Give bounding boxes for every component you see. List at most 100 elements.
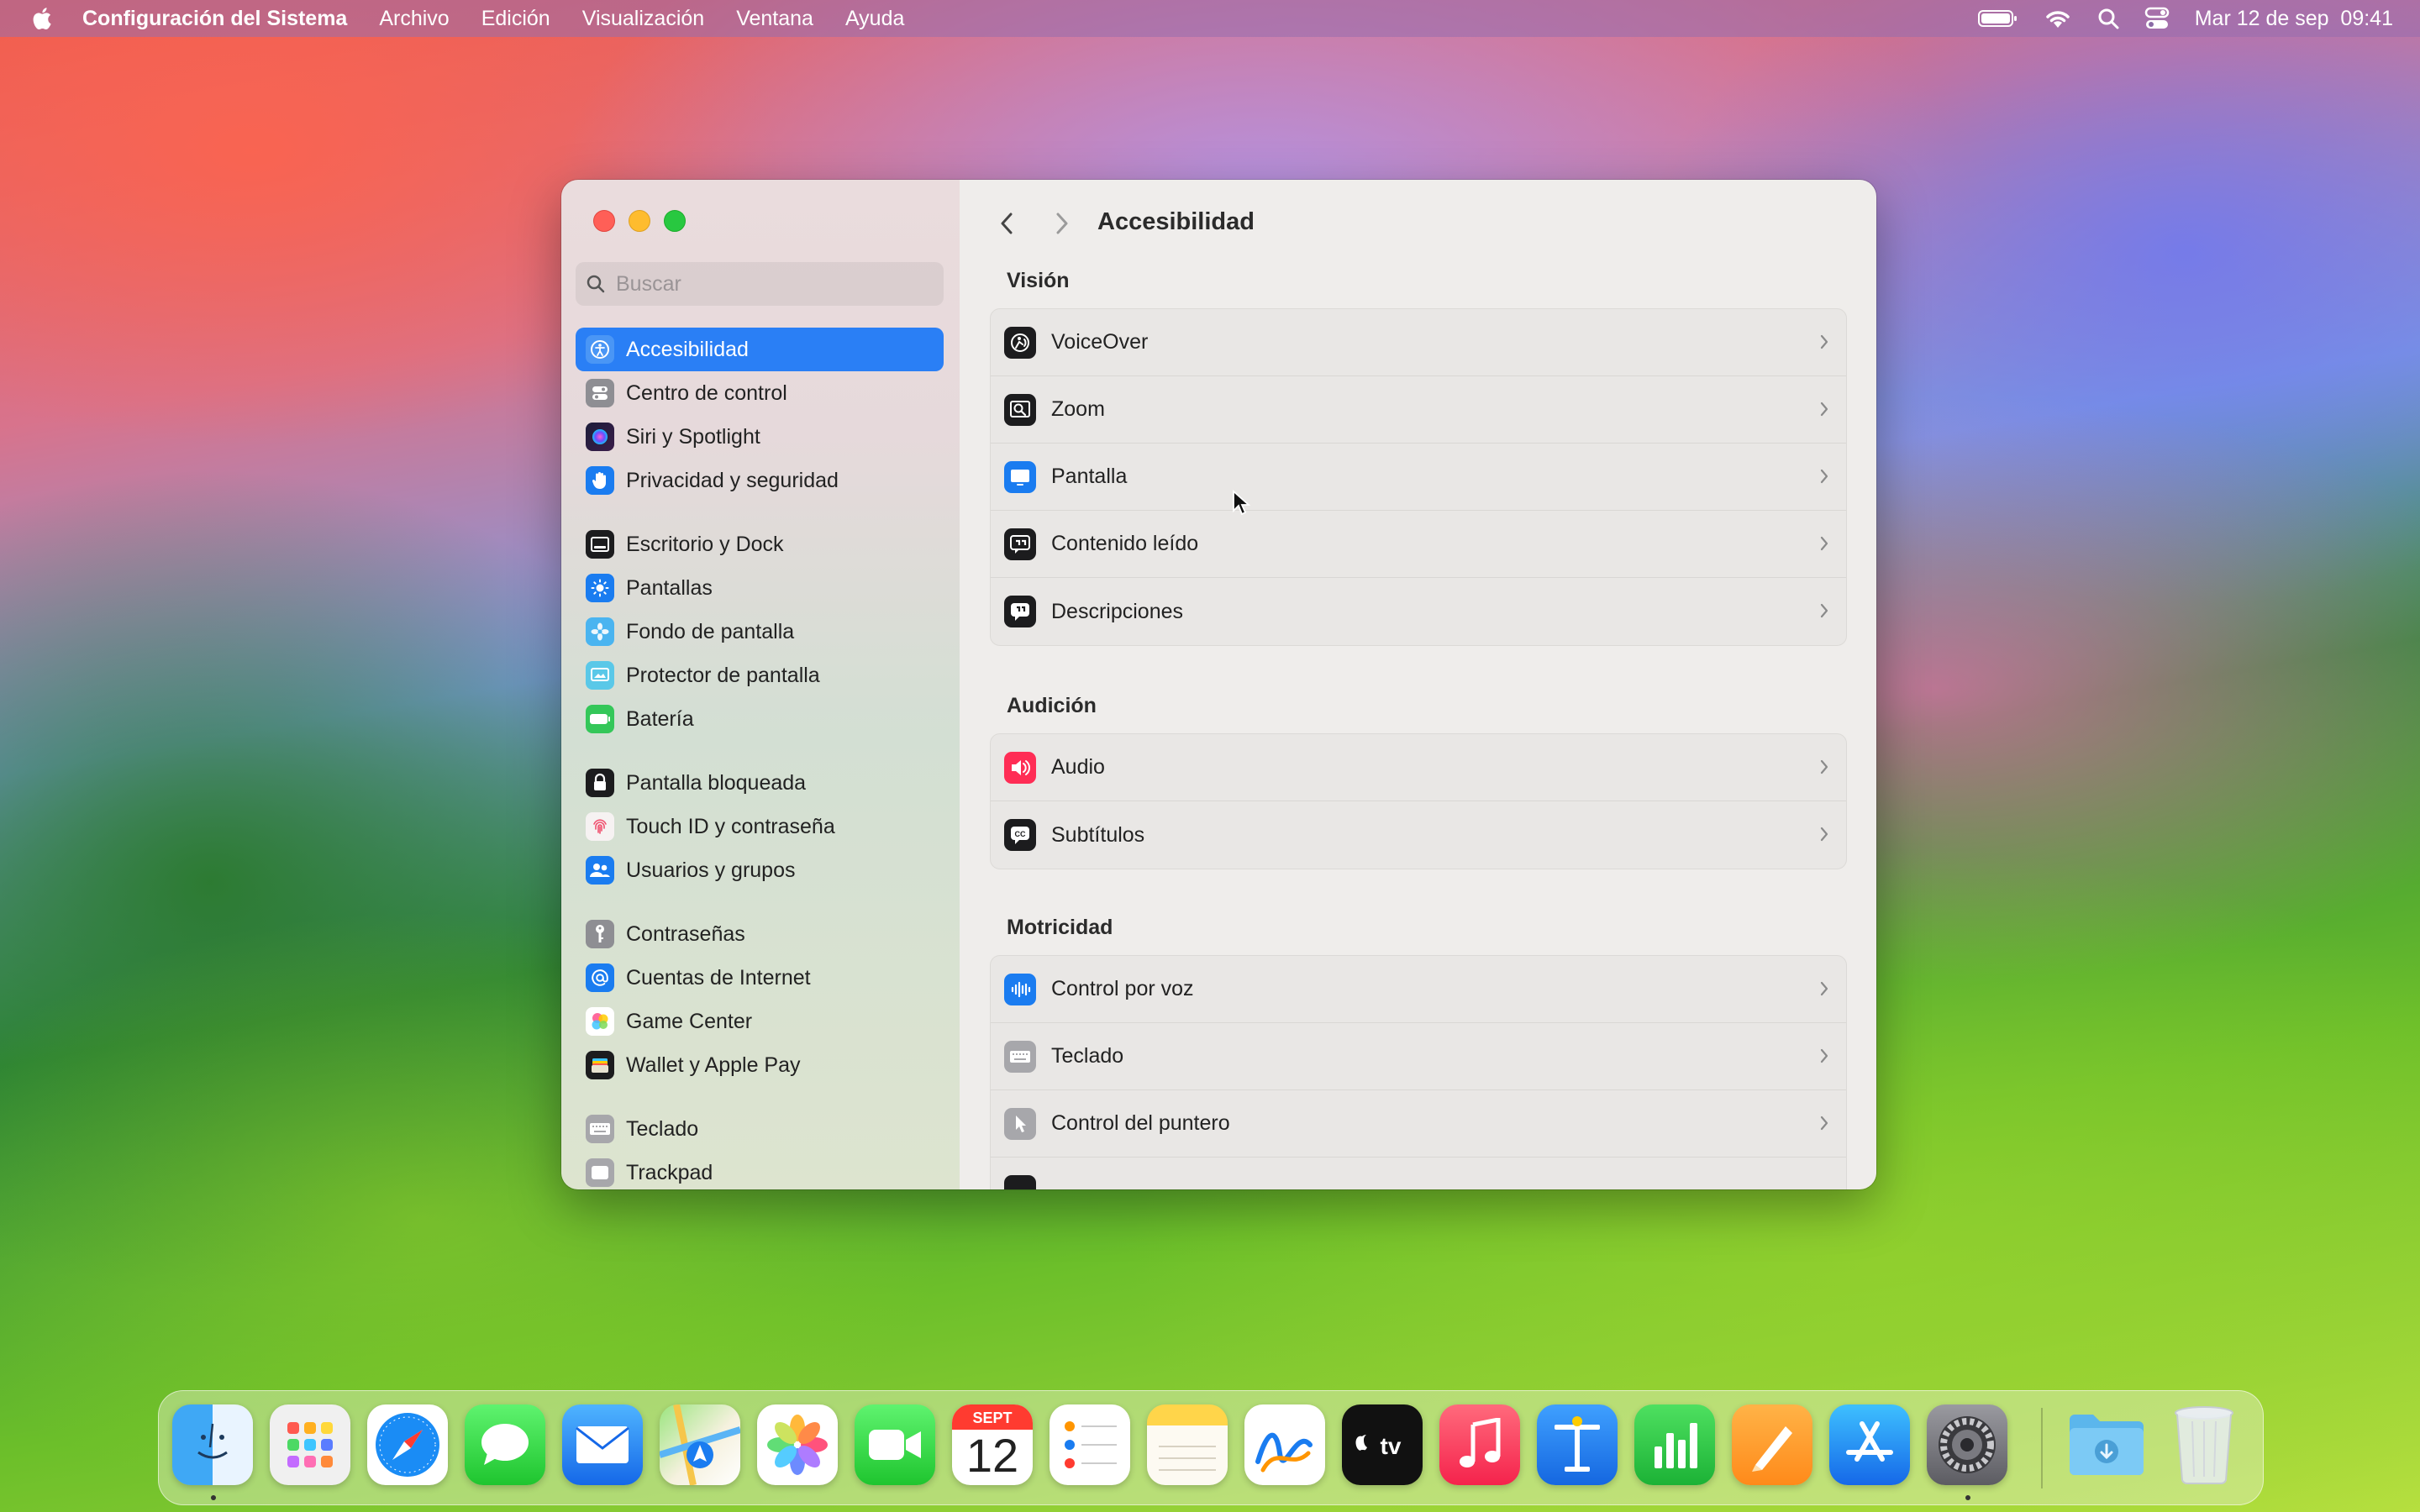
row-teclado[interactable]: Teclado — [991, 1023, 1846, 1090]
control-center-icon[interactable] — [2144, 7, 2170, 30]
dock-numbers[interactable] — [1634, 1404, 1715, 1485]
dock-maps[interactable] — [660, 1404, 740, 1485]
sidebar-item-touch-id[interactable]: Touch ID y contraseña — [576, 805, 944, 848]
dock-safari[interactable] — [367, 1404, 448, 1485]
dock-app-store[interactable] — [1829, 1404, 1910, 1485]
sidebar: Accesibilidad Centro de control Siri y S… — [561, 180, 960, 1189]
dock-calendar[interactable]: SEPT 12 — [952, 1404, 1033, 1485]
chevron-right-icon — [1820, 981, 1828, 996]
dock-trash[interactable] — [2164, 1404, 2244, 1485]
search-field[interactable] — [576, 262, 944, 306]
wifi-icon[interactable] — [2044, 8, 2072, 29]
sidebar-item-fondo-de-pantalla[interactable]: Fondo de pantalla — [576, 610, 944, 654]
users-icon — [586, 856, 614, 885]
row-control-del-puntero[interactable]: Control del puntero — [991, 1090, 1846, 1158]
chevron-right-icon — [1820, 827, 1828, 842]
dock-tv[interactable]: tv — [1342, 1404, 1423, 1485]
row-contenido-leido[interactable]: Contenido leído — [991, 511, 1846, 578]
row-control-por-voz[interactable]: Control por voz — [991, 956, 1846, 1023]
sidebar-item-teclado[interactable]: Teclado — [576, 1107, 944, 1151]
sidebar-item-siri-y-spotlight[interactable]: Siri y Spotlight — [576, 415, 944, 459]
sidebar-item-usuarios-y-grupos[interactable]: Usuarios y grupos — [576, 848, 944, 892]
sidebar-item-contrasenas[interactable]: Contraseñas — [576, 912, 944, 956]
messages-icon — [481, 1424, 529, 1465]
menu-bar: Configuración del Sistema Archivo Edició… — [0, 0, 2420, 37]
running-indicator — [1965, 1495, 1970, 1500]
row-pantalla[interactable]: Pantalla — [991, 444, 1846, 511]
back-button[interactable] — [990, 205, 1023, 242]
menu-app-name[interactable]: Configuración del Sistema — [82, 7, 347, 31]
menubar-datetime[interactable]: Mar 12 de sep 09:41 — [2195, 7, 2393, 31]
svg-text:tv: tv — [1381, 1433, 1402, 1459]
spotlight-search-icon[interactable] — [2097, 8, 2119, 29]
chevron-right-icon — [1820, 759, 1828, 774]
forward-button[interactable] — [1045, 205, 1079, 242]
dock-downloads[interactable] — [2066, 1404, 2147, 1485]
app-store-icon — [1846, 1421, 1893, 1462]
sidebar-item-label: Batería — [626, 706, 694, 731]
apple-logo-icon[interactable] — [29, 4, 57, 33]
sidebar-item-pantallas[interactable]: Pantallas — [576, 566, 944, 610]
sidebar-item-escritorio-y-dock[interactable]: Escritorio y Dock — [576, 522, 944, 566]
sidebar-item-pantalla-bloqueada[interactable]: Pantalla bloqueada — [576, 761, 944, 805]
dock-separator — [2041, 1408, 2043, 1488]
menu-visualizacion[interactable]: Visualización — [582, 7, 704, 31]
dock-photos[interactable] — [757, 1404, 838, 1485]
menu-archivo[interactable]: Archivo — [379, 7, 449, 31]
dock-launchpad[interactable] — [270, 1404, 350, 1485]
dock-finder[interactable] — [172, 1404, 253, 1485]
row-audio[interactable]: Audio — [991, 734, 1846, 801]
sidebar-item-cuentas-de-internet[interactable]: Cuentas de Internet — [576, 956, 944, 1000]
zoom-button[interactable] — [664, 210, 686, 232]
dock-system-settings[interactable] — [1927, 1404, 2007, 1485]
row-descripciones[interactable]: Descripciones — [991, 578, 1846, 645]
dock-messages[interactable] — [465, 1404, 545, 1485]
row-label: VoiceOver — [1051, 330, 1149, 354]
speaker-icon — [1004, 751, 1036, 784]
freeform-icon — [1255, 1432, 1313, 1473]
menu-ayuda[interactable]: Ayuda — [845, 7, 904, 31]
row-partial-clipped[interactable] — [991, 1158, 1846, 1189]
hand-icon — [586, 466, 614, 495]
accessibility-icon — [586, 335, 614, 364]
sidebar-item-wallet-y-apple-pay[interactable]: Wallet y Apple Pay — [576, 1043, 944, 1087]
sidebar-item-bateria[interactable]: Batería — [576, 697, 944, 741]
sidebar-item-game-center[interactable]: Game Center — [576, 1000, 944, 1043]
battery-status-icon[interactable] — [1977, 8, 2018, 29]
trackpad-icon — [586, 1158, 614, 1187]
sidebar-separator — [576, 892, 944, 912]
reminders-icon — [1065, 1421, 1117, 1468]
descriptions-icon — [1004, 596, 1036, 627]
dock-mail[interactable] — [562, 1404, 643, 1485]
sidebar-item-privacidad-y-seguridad[interactable]: Privacidad y seguridad — [576, 459, 944, 502]
siri-icon — [586, 423, 614, 451]
lock-icon — [586, 769, 614, 797]
dock-notes[interactable] — [1147, 1404, 1228, 1485]
search-input[interactable] — [614, 270, 929, 297]
sidebar-item-accesibilidad[interactable]: Accesibilidad — [576, 328, 944, 371]
minimize-button[interactable] — [629, 210, 650, 232]
dock-pages[interactable] — [1732, 1404, 1812, 1485]
dock-music[interactable] — [1439, 1404, 1520, 1485]
sidebar-item-trackpad[interactable]: Trackpad — [576, 1151, 944, 1189]
dock-reminders[interactable] — [1050, 1404, 1130, 1485]
sidebar-item-label: Usuarios y grupos — [626, 858, 796, 882]
dock-facetime[interactable] — [855, 1404, 935, 1485]
sidebar-item-label: Privacidad y seguridad — [626, 468, 839, 492]
row-subtitulos[interactable]: CC Subtítulos — [991, 801, 1846, 869]
chevron-right-icon — [1820, 1116, 1828, 1131]
pages-icon — [1752, 1426, 1792, 1472]
dock-keynote[interactable] — [1537, 1404, 1618, 1485]
menu-edicion[interactable]: Edición — [481, 7, 550, 31]
notes-icon — [1159, 1446, 1216, 1471]
content-pane: Accesibilidad Visión VoiceOver Zoom Pant… — [960, 180, 1876, 1189]
dock-freeform[interactable] — [1244, 1404, 1325, 1485]
close-button[interactable] — [593, 210, 615, 232]
menu-ventana[interactable]: Ventana — [736, 7, 813, 31]
sidebar-item-label: Pantalla bloqueada — [626, 770, 807, 795]
sidebar-item-protector-de-pantalla[interactable]: Protector de pantalla — [576, 654, 944, 697]
sun-icon — [586, 574, 614, 602]
row-voiceover[interactable]: VoiceOver — [991, 309, 1846, 376]
row-zoom[interactable]: Zoom — [991, 376, 1846, 444]
sidebar-item-centro-de-control[interactable]: Centro de control — [576, 371, 944, 415]
